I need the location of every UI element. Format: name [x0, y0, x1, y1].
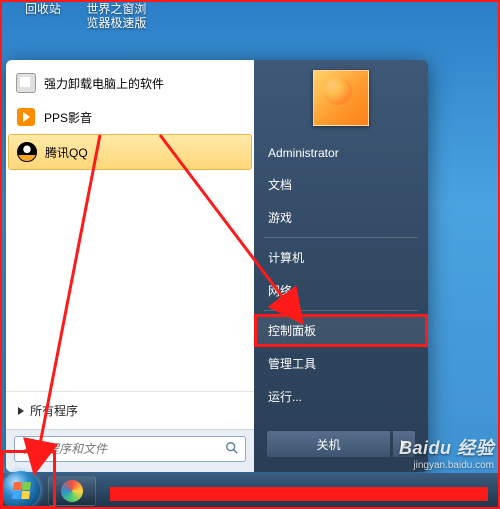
- shutdown-button[interactable]: 关机: [266, 430, 391, 458]
- start-menu: 强力卸载电脑上的软件 PPS影音 腾讯QQ 所有程序: [6, 60, 428, 472]
- taskbar-app-button[interactable]: [48, 476, 96, 506]
- desktop-icon-label: 览器极速版: [81, 16, 151, 30]
- desktop-icon-browser[interactable]: 世界之窗浏 览器极速版: [81, 0, 151, 30]
- right-item-network[interactable]: 网络: [254, 274, 428, 307]
- watermark: Baidu 经验 jingyan.baidu.com: [399, 434, 494, 471]
- program-item-uninstall[interactable]: 强力卸载电脑上的软件: [8, 66, 252, 100]
- program-item-pps[interactable]: PPS影音: [8, 100, 252, 134]
- search-row: [6, 429, 254, 472]
- taskbar: [0, 473, 500, 509]
- user-avatar[interactable]: [313, 70, 369, 126]
- right-item-games[interactable]: 游戏: [254, 201, 428, 234]
- start-menu-left-panel: 强力卸载电脑上的软件 PPS影音 腾讯QQ 所有程序: [6, 60, 254, 472]
- search-icon: [225, 441, 239, 458]
- program-list: 强力卸载电脑上的软件 PPS影音 腾讯QQ: [6, 60, 254, 391]
- right-item-run[interactable]: 运行...: [254, 380, 428, 413]
- watermark-brand: Baidu 经验: [399, 434, 494, 460]
- program-label: 强力卸载电脑上的软件: [44, 75, 164, 92]
- program-item-qq[interactable]: 腾讯QQ: [8, 134, 252, 170]
- all-programs-button[interactable]: 所有程序: [6, 391, 254, 429]
- desktop-icon-label: 回收站: [8, 2, 78, 16]
- separator: [264, 237, 418, 238]
- separator: [264, 310, 418, 311]
- search-box[interactable]: [14, 436, 246, 462]
- program-label: PPS影音: [44, 109, 92, 126]
- pps-icon: [16, 107, 36, 127]
- qq-icon: [17, 142, 37, 162]
- search-input[interactable]: [21, 441, 225, 457]
- all-programs-label: 所有程序: [30, 402, 78, 419]
- program-label: 腾讯QQ: [45, 144, 88, 161]
- right-item-user[interactable]: Administrator: [254, 138, 428, 168]
- user-avatar-wrap: [254, 60, 428, 138]
- triangle-right-icon: [18, 407, 24, 415]
- installer-icon: [16, 73, 36, 93]
- swirl-icon: [61, 480, 83, 502]
- desktop-icon-recycle-bin[interactable]: 回收站: [8, 0, 78, 16]
- start-menu-right-panel: Administrator 文档 游戏 计算机 网络 控制面板 管理工具 运行.…: [254, 60, 428, 472]
- watermark-url: jingyan.baidu.com: [399, 460, 494, 471]
- right-item-documents[interactable]: 文档: [254, 168, 428, 201]
- shutdown-label: 关机: [316, 436, 340, 453]
- desktop-icon-label: 世界之窗浏: [81, 2, 151, 16]
- windows-logo-icon: [12, 482, 31, 499]
- right-item-admin-tools[interactable]: 管理工具: [254, 347, 428, 380]
- right-item-computer[interactable]: 计算机: [254, 241, 428, 274]
- right-item-control-panel[interactable]: 控制面板: [254, 314, 428, 347]
- start-button[interactable]: [2, 471, 40, 509]
